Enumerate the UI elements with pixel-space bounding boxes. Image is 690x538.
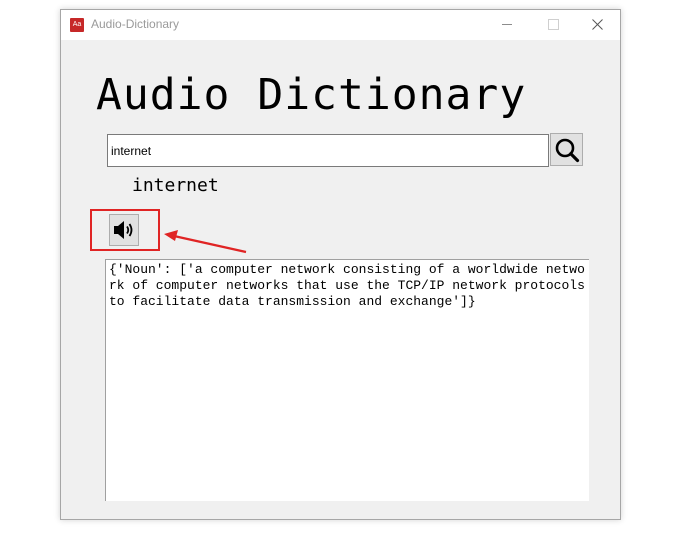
annotation-arrow: [164, 230, 247, 254]
search-input[interactable]: [107, 134, 549, 167]
magnifier-icon: [555, 138, 580, 163]
definition-text-area[interactable]: {'Noun': ['a computer network consisting…: [105, 259, 589, 501]
window-title: Audio-Dictionary: [91, 17, 180, 31]
close-icon: [592, 19, 603, 30]
close-button[interactable]: [574, 10, 620, 40]
result-word: internet: [132, 175, 219, 196]
search-button[interactable]: [550, 133, 583, 166]
title-bar[interactable]: Aa Audio-Dictionary: [61, 10, 620, 40]
minimize-button[interactable]: [484, 10, 530, 40]
app-icon: Aa: [70, 18, 84, 32]
maximize-button[interactable]: [530, 10, 576, 40]
app-heading: Audio Dictionary: [96, 70, 527, 120]
speaker-icon: [114, 221, 133, 239]
speak-button[interactable]: [109, 214, 139, 246]
